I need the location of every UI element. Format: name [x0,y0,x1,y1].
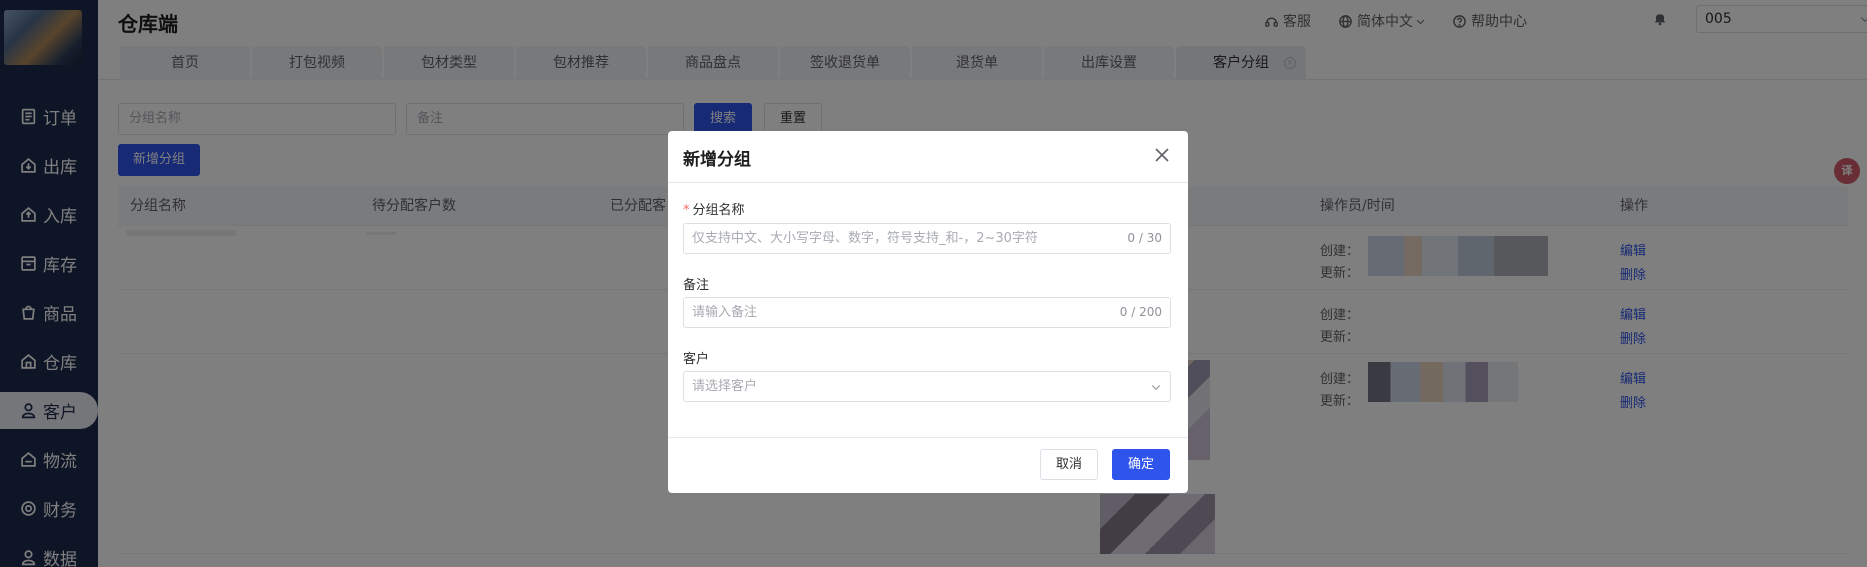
group-name-placeholder: 仅支持中文、大小写字母、数字，符号支持_和-，2~30字符 [692,231,1038,246]
remark-counter: 0 / 200 [1119,305,1162,319]
remark-field[interactable]: 请输入备注 0 / 200 [683,297,1171,328]
remark-placeholder: 请输入备注 [692,305,758,320]
group-name-field[interactable]: 仅支持中文、大小写字母、数字，符号支持_和-，2~30字符 0 / 30 [683,223,1171,254]
group-name-counter: 0 / 30 [1127,231,1162,245]
remark-label: 备注 [683,278,710,293]
close-icon[interactable] [1154,147,1170,163]
add-group-dialog: 新增分组 * 分组名称 仅支持中文、大小写字母、数字，符号支持_和-，2~30字符… [668,131,1188,493]
customer-select[interactable]: 请选择客户 [683,371,1171,402]
dialog-title: 新增分组 [683,150,751,170]
confirm-button[interactable]: 确定 [1112,449,1170,480]
dialog-divider [668,182,1188,183]
group-name-label-text: 分组名称 [692,203,745,218]
chevron-down-icon [1151,385,1161,391]
dialog-footer-divider [668,437,1188,438]
cancel-button[interactable]: 取消 [1040,449,1098,480]
customer-label: 客户 [683,352,710,367]
required-mark: * [683,203,690,218]
customer-placeholder: 请选择客户 [692,379,758,394]
group-name-label: * 分组名称 [683,199,745,218]
